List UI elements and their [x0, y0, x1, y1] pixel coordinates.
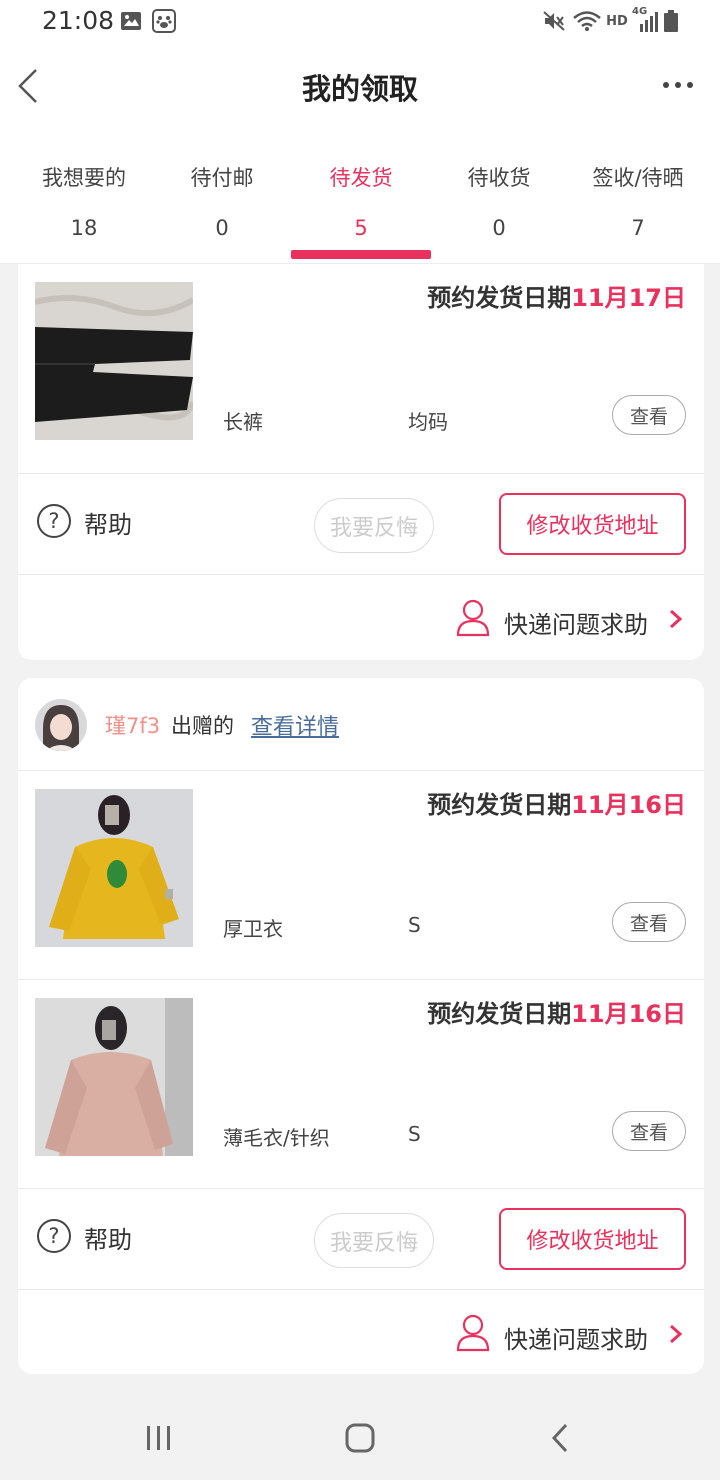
courier-help-label: 快递问题求助 [504, 1326, 648, 1354]
tab-count: 0 [492, 216, 506, 240]
tab-pending-shipment[interactable]: 待发货 5 [291, 134, 431, 264]
signal-icon: 4G [632, 6, 658, 34]
pink-sweater-photo[interactable] [35, 998, 193, 1156]
tab-count: 5 [354, 216, 368, 240]
hd-label: HD [606, 13, 628, 29]
tab-pending-postage[interactable]: 待付邮 0 [152, 134, 292, 264]
courier-help-label: 快递问题求助 [504, 611, 648, 639]
status-time: 21:08 [42, 6, 115, 35]
giver-gave-label: 出赠的 [171, 714, 234, 738]
courier-help-row[interactable]: 快递问题求助 [18, 1290, 704, 1374]
tab-wanted[interactable]: 我想要的 18 [14, 134, 154, 264]
view-button[interactable]: 查看 [612, 1111, 686, 1151]
tab-label: 我想要的 [42, 166, 126, 190]
more-dots-icon[interactable] [656, 70, 700, 100]
help-icon[interactable]: ? [37, 504, 71, 538]
battery-icon [664, 8, 678, 34]
order-item: 预约发货日期11月17日 长裤 均码 查看 [18, 264, 704, 472]
status-bar: 21:08 HD 4G [0, 0, 720, 44]
gallery-icon [120, 8, 142, 34]
courier-help-row[interactable]: 快递问题求助 [18, 575, 704, 660]
regret-button[interactable]: 我要反悔 [314, 1213, 434, 1268]
tab-count: 7 [631, 216, 645, 240]
help-icon[interactable]: ? [37, 1219, 71, 1253]
giver-row: 瑾7f3 出赠的 查看详情 [18, 678, 704, 770]
wifi-icon [572, 8, 602, 34]
giver-username[interactable]: 瑾7f3 [105, 710, 160, 740]
tab-count: 0 [215, 216, 229, 240]
item-size: 均码 [408, 410, 448, 434]
order-item: 预约发货日期11月16日 厚卫衣 S 查看 [18, 771, 704, 979]
chevron-right-icon [668, 1324, 684, 1344]
ship-date-value: 11月16日 [571, 791, 686, 819]
item-size: S [408, 1122, 421, 1146]
view-details-link[interactable]: 查看详情 [251, 709, 339, 741]
avatar[interactable] [35, 699, 87, 751]
network-type-label: 4G [632, 6, 648, 17]
ship-date-value: 11月16日 [571, 1000, 686, 1028]
edit-address-button[interactable]: 修改收货地址 [499, 493, 686, 555]
help-label[interactable]: 帮助 [84, 1220, 132, 1255]
tab-label: 签收/待晒 [592, 166, 684, 190]
ship-date: 预约发货日期11月17日 [427, 278, 686, 313]
ship-date-prefix: 预约发货日期 [427, 791, 572, 819]
tab-pending-receipt[interactable]: 待收货 0 [429, 134, 569, 264]
person-icon [456, 1314, 490, 1352]
item-name: 厚卫衣 [223, 917, 283, 941]
page-title: 我的领取 [301, 72, 418, 106]
item-name: 长裤 [223, 410, 263, 434]
item-name: 薄毛衣/针织 [223, 1126, 330, 1150]
baidu-paw-icon [152, 8, 176, 34]
ship-date: 预约发货日期11月16日 [427, 785, 686, 820]
yellow-hoodie-photo[interactable] [35, 789, 193, 947]
back-icon[interactable] [548, 1422, 572, 1454]
ship-date-prefix: 预约发货日期 [427, 1000, 572, 1028]
ship-date: 预约发货日期11月16日 [427, 994, 686, 1029]
recent-apps-icon[interactable] [144, 1422, 174, 1454]
tab-count: 18 [70, 216, 98, 240]
order-card: 瑾7f3 出赠的 查看详情 预约发货日期11月16日 厚卫衣 S 查看 预约发货… [18, 678, 704, 1374]
active-tab-indicator [291, 250, 431, 259]
mute-icon [542, 8, 566, 34]
order-item: 预约发货日期11月16日 薄毛衣/针织 S 查看 [18, 980, 704, 1188]
help-label[interactable]: 帮助 [84, 505, 132, 540]
tab-signed-showcase[interactable]: 签收/待晒 7 [568, 134, 708, 264]
ship-date-prefix: 预约发货日期 [427, 284, 572, 312]
order-actions: ? 帮助 我要反悔 修改收货地址 [18, 474, 704, 574]
home-icon[interactable] [344, 1422, 376, 1454]
order-card: 预约发货日期11月17日 长裤 均码 查看 ? 帮助 我要反悔 修改收货地址 快… [18, 264, 704, 660]
tab-label: 待付邮 [190, 166, 254, 190]
tab-label: 待收货 [467, 166, 531, 190]
app-header: 我的领取 [0, 44, 720, 134]
view-button[interactable]: 查看 [612, 902, 686, 942]
view-button[interactable]: 查看 [612, 395, 686, 435]
chevron-right-icon [668, 609, 684, 629]
regret-button[interactable]: 我要反悔 [314, 498, 434, 553]
system-nav-bar [0, 1396, 720, 1480]
edit-address-button[interactable]: 修改收货地址 [499, 1208, 686, 1270]
tab-label: 待发货 [329, 166, 393, 190]
black-trousers-photo[interactable] [35, 282, 193, 440]
ship-date-value: 11月17日 [571, 284, 686, 312]
status-tabs: 我想要的 18 待付邮 0 待发货 5 待收货 0 签收/待晒 7 [0, 134, 720, 264]
order-actions: ? 帮助 我要反悔 修改收货地址 [18, 1189, 704, 1289]
item-size: S [408, 913, 421, 937]
person-icon [456, 599, 490, 637]
